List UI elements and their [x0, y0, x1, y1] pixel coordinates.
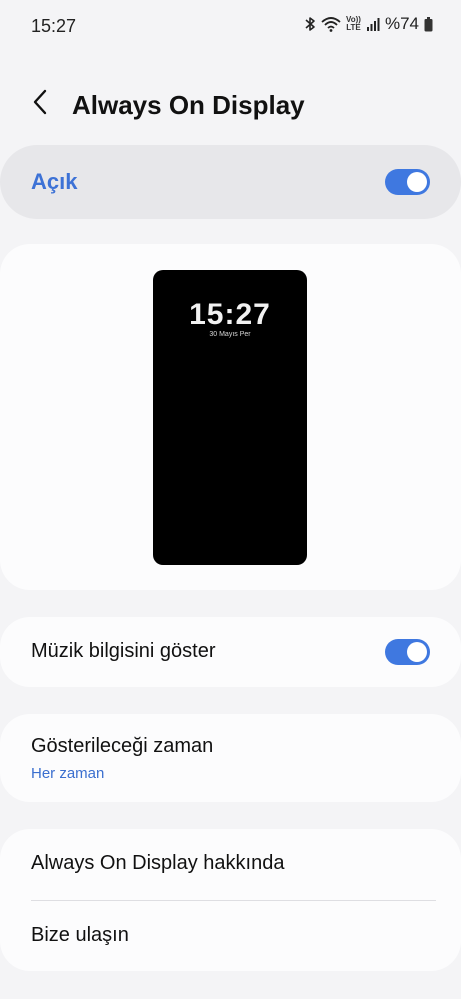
master-switch-label: Açık: [31, 169, 78, 194]
battery-icon: [424, 16, 433, 32]
battery-percentage: %74: [384, 14, 419, 33]
preview-date: 30 Mayıs Per: [209, 331, 251, 338]
bluetooth-icon: [304, 16, 316, 32]
master-toggle[interactable]: [385, 169, 430, 195]
status-icons: Vo)) LTE %74: [304, 14, 433, 34]
about-row[interactable]: Always On Display hakkında: [0, 829, 461, 900]
back-arrow-icon: [32, 89, 48, 120]
wifi-icon: [321, 16, 341, 32]
toggle-knob: [407, 172, 427, 192]
contact-label: Bize ulaşın: [31, 924, 129, 946]
volte-icon: Vo)) LTE: [346, 16, 361, 32]
volte-bottom-text: LTE: [346, 23, 361, 32]
master-switch-bar[interactable]: Açık: [0, 145, 461, 219]
header: Always On Display: [0, 78, 461, 132]
preview-clock: 15:27: [189, 298, 271, 331]
toggle-knob: [407, 642, 427, 662]
preview-card: 15:27 30 Mayıs Per: [0, 244, 461, 590]
status-bar: 15:27 Vo)) LTE %74: [0, 0, 461, 54]
page-title: Always On Display: [72, 90, 305, 120]
music-info-toggle[interactable]: [385, 639, 430, 665]
aod-preview[interactable]: 15:27 30 Mayıs Per: [153, 270, 307, 565]
music-info-label: Müzik bilgisini göster: [31, 640, 216, 662]
display-time-row[interactable]: Gösterileceği zaman Her zaman: [0, 714, 461, 802]
music-info-row[interactable]: Müzik bilgisini göster: [0, 617, 461, 687]
back-button[interactable]: [24, 88, 56, 120]
status-time: 15:27: [31, 16, 77, 36]
display-time-label: Gösterileceği zaman: [31, 735, 214, 757]
signal-icon: [366, 17, 380, 32]
about-label: Always On Display hakkında: [31, 852, 285, 874]
info-card: Always On Display hakkında Bize ulaşın: [0, 829, 461, 971]
contact-row[interactable]: Bize ulaşın: [0, 901, 461, 971]
display-time-value: Her zaman: [31, 765, 105, 782]
